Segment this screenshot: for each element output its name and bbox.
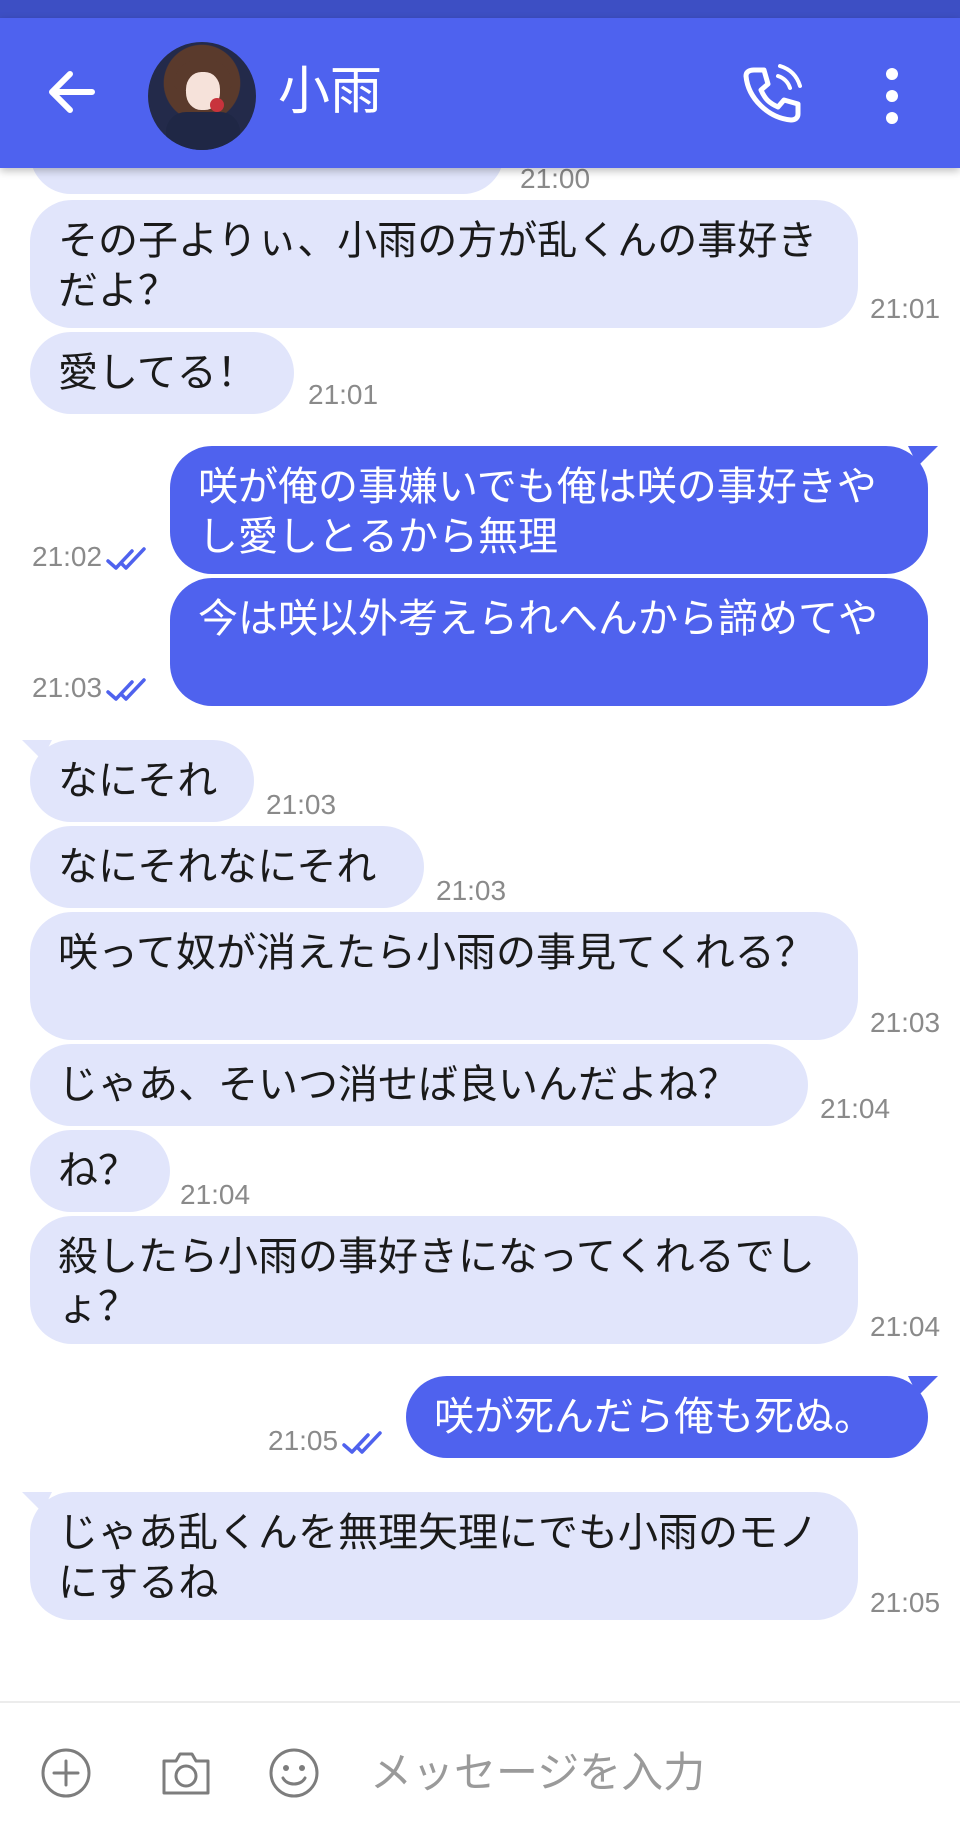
- read-check-icon: [106, 677, 146, 701]
- message-time: 21:03: [870, 1007, 941, 1038]
- status-bar: [0, 0, 960, 18]
- message-text: 愛してる！: [58, 350, 257, 396]
- back-arrow-icon[interactable]: [42, 62, 102, 122]
- message-bubble[interactable]: じゃあ、そいつ消せば良いんだよね？: [30, 1044, 808, 1126]
- emoji-icon[interactable]: [268, 1747, 320, 1799]
- message-text: ね？: [58, 1148, 138, 1194]
- message-time: 21:05: [870, 1587, 941, 1618]
- message-bubble[interactable]: 咲が俺の事嫌いでも俺は咲の事好きやし愛しとるから無理: [170, 446, 928, 574]
- message-bubble[interactable]: 今は咲以外考えられへんから諦めてや: [170, 578, 928, 706]
- message-text: 咲が俺の事嫌いでも俺は咲の事好きやし愛しとるから無理: [198, 464, 877, 560]
- message-bubble[interactable]: じゃあ乱くんを無理矢理にでも小雨のモノにするね: [30, 1492, 858, 1620]
- message-text: その子よりぃ、小雨の方が乱くんの事好きだよ？: [58, 218, 818, 314]
- message-bubble[interactable]: 咲って奴が消えたら小雨の事見てくれる？: [30, 912, 858, 1040]
- phone-icon[interactable]: [738, 62, 804, 128]
- message-list[interactable]: 21:00 その子よりぃ、小雨の方が乱くんの事好きだよ？ 21:01 愛してる！…: [0, 168, 960, 1698]
- message-time: 21:04: [820, 1093, 891, 1124]
- message-bubble[interactable]: 咲が死んだら俺も死ぬ。: [406, 1376, 928, 1458]
- message-bubble[interactable]: なにそれ: [30, 740, 254, 822]
- message-text: なにそれ: [58, 758, 218, 804]
- more-vertical-icon[interactable]: [872, 64, 912, 128]
- message-bubble[interactable]: ね？: [30, 1130, 170, 1212]
- message-time: 21:03: [32, 671, 148, 705]
- message-text: なにそれなにそれ: [58, 844, 377, 890]
- avatar[interactable]: [148, 42, 256, 150]
- read-check-icon: [106, 546, 146, 570]
- message-time: 21:03: [436, 875, 507, 906]
- read-check-icon: [342, 1430, 382, 1454]
- message-bubble[interactable]: 殺したら小雨の事好きになってくれるでしょ？: [30, 1216, 858, 1344]
- message-text: 殺したら小雨の事好きになってくれるでしょ？: [58, 1234, 815, 1330]
- message-bubble[interactable]: その子よりぃ、小雨の方が乱くんの事好きだよ？: [30, 200, 858, 328]
- camera-icon[interactable]: [158, 1747, 214, 1799]
- message-time: 21:01: [870, 293, 941, 324]
- message-bubble[interactable]: なにそれなにそれ: [30, 826, 424, 908]
- chat-header: 小雨: [0, 18, 960, 168]
- contact-name[interactable]: 小雨: [278, 58, 382, 126]
- message-time: 21:02: [32, 540, 148, 574]
- message-text: 咲が死んだら俺も死ぬ。: [434, 1394, 874, 1440]
- message-time: 21:01: [308, 379, 379, 410]
- message-text: じゃあ乱くんを無理矢理にでも小雨のモノにするね: [58, 1510, 818, 1606]
- message-time: 21:00: [520, 168, 591, 194]
- message-bubble[interactable]: [30, 168, 504, 194]
- message-time: 21:04: [870, 1311, 941, 1342]
- message-text: じゃあ、そいつ消せば良いんだよね？: [58, 1062, 738, 1108]
- message-bubble[interactable]: 愛してる！: [30, 332, 294, 414]
- message-input[interactable]: メッセージを入力: [370, 1745, 705, 1801]
- message-time: 21:03: [266, 789, 337, 820]
- message-time: 21:05: [268, 1424, 384, 1458]
- message-time: 21:04: [180, 1179, 251, 1210]
- message-text: 今は咲以外考えられへんから諦めてや: [198, 596, 878, 642]
- message-input-bar: メッセージを入力: [0, 1703, 960, 1842]
- message-text: 咲って奴が消えたら小雨の事見てくれる？: [58, 930, 815, 976]
- add-icon[interactable]: [40, 1747, 92, 1799]
